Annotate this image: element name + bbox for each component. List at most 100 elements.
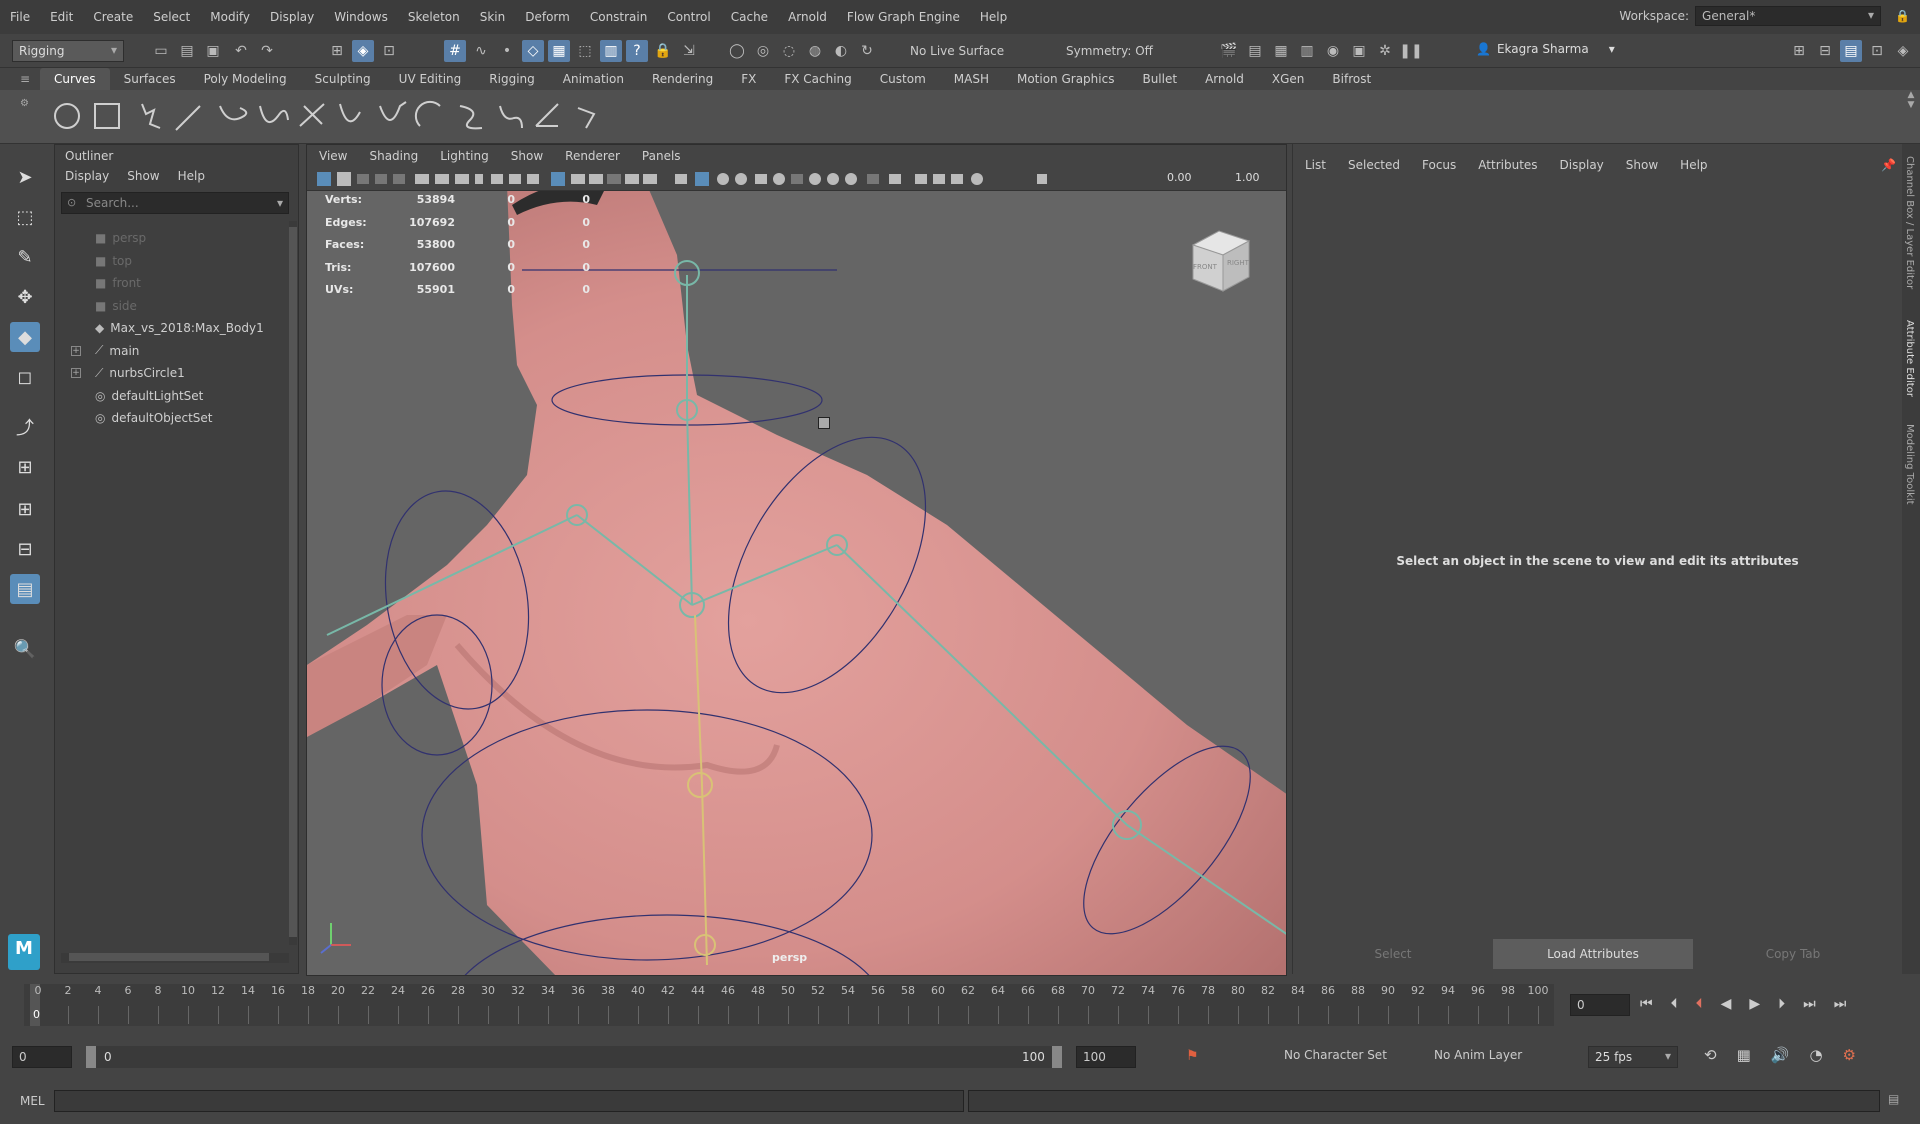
select-object-icon[interactable]: ◈ — [352, 40, 374, 62]
attribute-editor-toggle-icon[interactable]: ▤ — [1840, 40, 1862, 62]
menuset-dropdown[interactable]: Rigging — [12, 40, 124, 62]
play-backward-icon[interactable]: ◀ — [1721, 996, 1732, 1012]
attribute-menu-focus[interactable]: Focus — [1422, 158, 1456, 172]
outliner-search-input[interactable]: Search... — [61, 192, 289, 214]
shelf-tab-custom[interactable]: Custom — [866, 68, 940, 90]
user-account[interactable]: 👤 Ekagra Sharma ▾ — [1476, 42, 1615, 56]
outliner-item[interactable]: + ⟋ main — [71, 340, 139, 362]
four-view-icon[interactable]: ⊞ — [10, 494, 40, 524]
viewport-menu-panels[interactable]: Panels — [642, 149, 681, 163]
lasso-tool-icon[interactable]: ⬚ — [10, 202, 40, 232]
lasso-icon[interactable]: ◯ — [726, 40, 748, 62]
shelf-tab-arnold[interactable]: Arnold — [1191, 68, 1258, 90]
load-attributes-button[interactable]: Load Attributes — [1493, 939, 1693, 969]
arnold-render-icon[interactable]: ▣ — [1348, 40, 1370, 62]
snap-point-icon[interactable]: • — [496, 40, 518, 62]
viewport-menu-view[interactable]: View — [319, 149, 347, 163]
play-forward-icon[interactable]: ▶ — [1749, 996, 1760, 1012]
shelf-tab-surfaces[interactable]: Surfaces — [110, 68, 190, 90]
last-tool-icon[interactable]: ⤴ — [10, 412, 40, 442]
viewport-menu-renderer[interactable]: Renderer — [565, 149, 620, 163]
go-to-end-icon[interactable]: ⏭ — [1834, 996, 1847, 1012]
attribute-menu-attributes[interactable]: Attributes — [1478, 158, 1537, 172]
workspace-dropdown[interactable]: General* — [1695, 6, 1882, 26]
menu-help[interactable]: Help — [980, 10, 1007, 24]
sidebar-toggle-icon[interactable]: ⊞ — [1788, 40, 1810, 62]
rotate-tool-icon[interactable]: ◆ — [10, 322, 40, 352]
attribute-menu-selected[interactable]: Selected — [1348, 158, 1400, 172]
shelf-tab-uv-editing[interactable]: UV Editing — [385, 68, 476, 90]
render-settings-icon[interactable]: ▥ — [1296, 40, 1318, 62]
camera-select-icon[interactable]: ◐ — [830, 40, 852, 62]
expand-icon[interactable]: + — [71, 345, 81, 356]
undo-icon[interactable]: ↶ — [230, 40, 252, 62]
viewcube[interactable]: FRONT RIGHT — [1183, 225, 1255, 297]
go-to-start-icon[interactable]: ⏮ — [1640, 996, 1653, 1012]
current-time-field[interactable]: 0 — [1570, 994, 1630, 1016]
snap-grid-icon[interactable]: # — [444, 40, 466, 62]
select-hierarchy-icon[interactable]: ⊞ — [326, 40, 348, 62]
channel-box-toggle-icon[interactable]: ⊟ — [1814, 40, 1836, 62]
lock-icon[interactable]: 🔒 — [1895, 9, 1910, 23]
pause-icon[interactable]: ❚❚ — [1399, 40, 1422, 62]
outliner-menu-show[interactable]: Show — [127, 169, 159, 183]
step-back-frame-icon[interactable]: ⏴ — [1671, 996, 1678, 1012]
shelf-tab-sculpting[interactable]: Sculpting — [301, 68, 385, 90]
menu-arnold[interactable]: Arnold — [788, 10, 827, 24]
menu-flow-graph-engine[interactable]: Flow Graph Engine — [847, 10, 960, 24]
side-tab-channel-box[interactable]: Channel Box / Layer Editor — [1904, 156, 1915, 289]
step-back-key-icon[interactable]: ⏴ — [1696, 996, 1703, 1012]
shelf-tab-bifrost[interactable]: Bifrost — [1318, 68, 1385, 90]
render-frame-icon[interactable]: ▤ — [1244, 40, 1266, 62]
reflection-icon[interactable]: ◍ — [804, 40, 826, 62]
menu-cache[interactable]: Cache — [731, 10, 768, 24]
tool-settings-toggle-icon[interactable]: ⊡ — [1866, 40, 1888, 62]
shelf-tab-bullet[interactable]: Bullet — [1128, 68, 1191, 90]
shelf-tab-poly-modeling[interactable]: Poly Modeling — [190, 68, 301, 90]
end-time-field[interactable]: 100 — [1076, 1046, 1136, 1068]
search-filter-icon[interactable]: ⊙ — [67, 196, 76, 209]
command-input[interactable] — [54, 1090, 964, 1112]
soft-select-icon[interactable]: ◌ — [778, 40, 800, 62]
step-forward-frame-icon[interactable]: ⏭ — [1803, 996, 1816, 1012]
attribute-menu-list[interactable]: List — [1305, 158, 1326, 172]
snap-surface-icon[interactable]: ▦ — [548, 40, 570, 62]
workspace-selector[interactable]: Workspace: General* 🔒 — [1619, 6, 1910, 26]
pin-icon[interactable]: 📌 — [1881, 158, 1896, 172]
viewport-toolbar-icons[interactable] — [315, 170, 1275, 188]
snap-live-icon[interactable]: ⬚ — [574, 40, 596, 62]
sound-icon[interactable]: 🔊 — [1771, 1046, 1790, 1064]
select-tool-icon[interactable]: ➤ — [10, 162, 40, 192]
shelf-tab-animation[interactable]: Animation — [549, 68, 638, 90]
shelf-tab-fx-caching[interactable]: FX Caching — [770, 68, 865, 90]
search-options-chevron-icon[interactable]: ▾ — [277, 196, 283, 210]
fps-dropdown[interactable]: 25 fps — [1588, 1046, 1678, 1068]
playback-speed-icon[interactable]: ◔ — [1809, 1046, 1822, 1064]
attribute-menu-display[interactable]: Display — [1560, 158, 1604, 172]
step-forward-key-icon[interactable]: ⏵ — [1778, 996, 1785, 1012]
outliner-item[interactable]: ◎ defaultLightSet — [95, 385, 203, 407]
shelf-tab-mash[interactable]: MASH — [940, 68, 1003, 90]
menu-skin[interactable]: Skin — [480, 10, 506, 24]
live-surface-label[interactable]: No Live Surface — [910, 44, 1004, 58]
two-view-icon[interactable]: ⊟ — [10, 534, 40, 564]
snap-view-icon[interactable]: ◇ — [522, 40, 544, 62]
viewport-panel[interactable]: View Shading Lighting Show Renderer Panels — [306, 144, 1287, 976]
shelf-tab-motion-graphics[interactable]: Motion Graphics — [1003, 68, 1129, 90]
symmetry-label[interactable]: Symmetry: Off — [1066, 44, 1153, 58]
command-language-label[interactable]: MEL — [20, 1094, 45, 1108]
outliner-item[interactable]: ■ front — [95, 272, 141, 294]
shelf-tab-fx[interactable]: FX — [727, 68, 770, 90]
range-start-handle[interactable] — [86, 1046, 96, 1068]
search-icon[interactable]: 🔍 — [10, 634, 40, 664]
outliner-hscroll-thumb[interactable] — [69, 953, 269, 961]
arnold-ipr-icon[interactable]: ✲ — [1374, 40, 1396, 62]
shelf-tab-rendering[interactable]: Rendering — [638, 68, 727, 90]
viewport-menu-shading[interactable]: Shading — [369, 149, 418, 163]
character-set-label[interactable]: No Character Set — [1284, 1048, 1387, 1062]
tweak-icon[interactable]: ↻ — [856, 40, 878, 62]
range-end-handle[interactable] — [1052, 1046, 1062, 1068]
select-component-icon[interactable]: ⊡ — [378, 40, 400, 62]
hypershade-icon[interactable]: ◉ — [1322, 40, 1344, 62]
history-icon[interactable]: ▥ — [600, 40, 622, 62]
